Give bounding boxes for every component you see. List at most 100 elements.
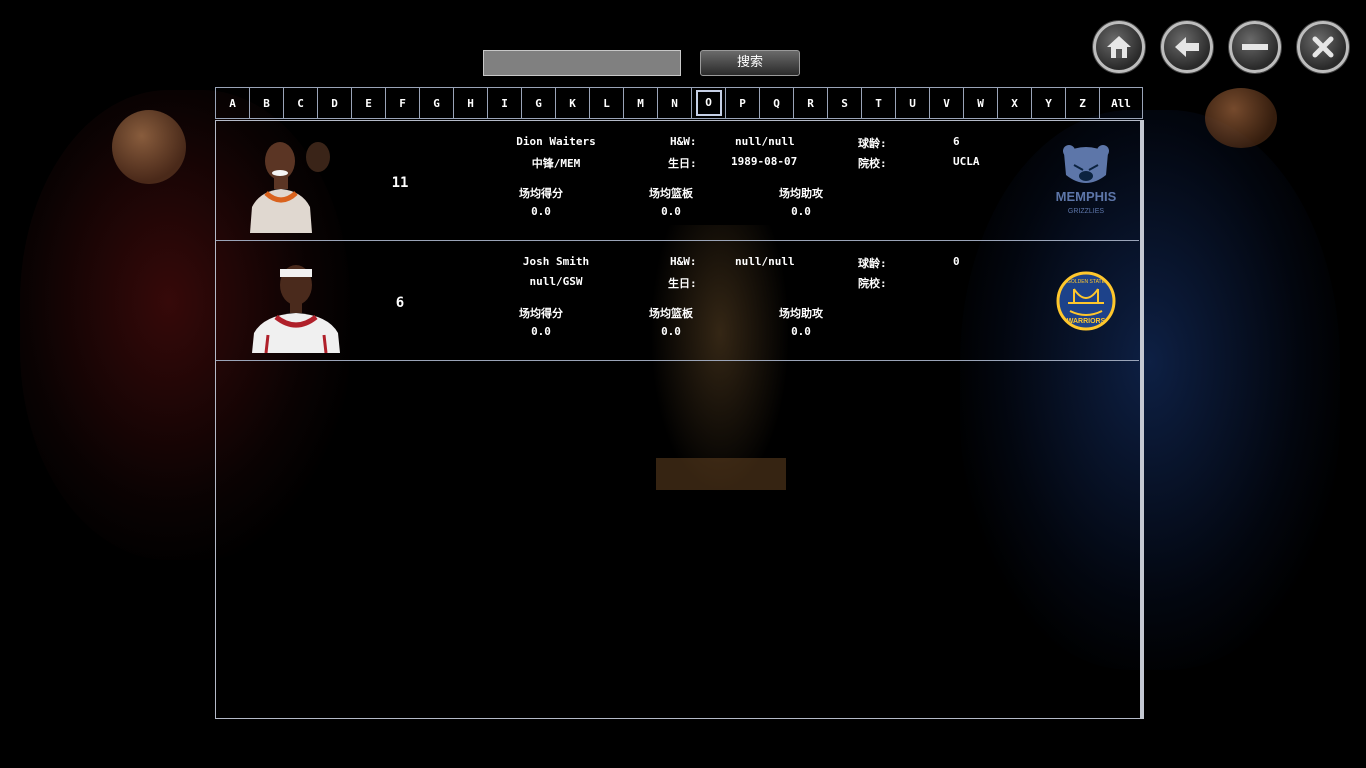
letter-filter-a[interactable]: A xyxy=(216,88,250,118)
letter-filter-z[interactable]: Z xyxy=(1066,88,1100,118)
letter-filter-f[interactable]: F xyxy=(386,88,420,118)
assists-label: 场均助攻 xyxy=(779,307,823,320)
search-button[interactable]: 搜索 xyxy=(700,50,800,76)
letter-filter-q[interactable]: Q xyxy=(760,88,794,118)
letter-filter-r[interactable]: R xyxy=(794,88,828,118)
letter-filter-label: E xyxy=(365,96,372,110)
minimize-icon xyxy=(1242,44,1268,50)
school-label: 院校: xyxy=(858,157,887,170)
hw-label: H&W: xyxy=(670,135,697,148)
birth-label: 生日: xyxy=(668,277,697,290)
points-label: 场均得分 xyxy=(519,187,563,200)
letter-filter-g[interactable]: G xyxy=(522,88,556,118)
age-label: 球龄: xyxy=(858,257,887,270)
player-row[interactable]: 6 Josh Smith null/GSW H&W: null/null 球龄:… xyxy=(216,241,1139,361)
alphabet-filter-bar: A B C D E F G H I G K L M N O P Q R S T U V W X Y Z All xyxy=(215,87,1143,119)
background-basketball-right xyxy=(1205,88,1277,148)
letter-filter-label: G xyxy=(433,96,440,110)
letter-filter-t[interactable]: T xyxy=(862,88,896,118)
rebounds-label: 场均篮板 xyxy=(649,187,693,200)
letter-filter-label: Q xyxy=(773,96,780,110)
age-value: 0 xyxy=(953,255,960,268)
background-basketball-left xyxy=(112,110,186,184)
player-photo xyxy=(246,249,346,353)
jersey-number: 6 xyxy=(395,295,405,311)
letter-filter-label: U xyxy=(909,96,916,110)
memphis-grizzlies-logo: MEMPHIS GRIZZLIES xyxy=(1056,143,1117,219)
letter-filter-w[interactable]: W xyxy=(964,88,998,118)
letter-filter-label: H xyxy=(467,96,474,110)
letter-filter-label: P xyxy=(739,96,746,110)
letter-filter-label: R xyxy=(807,96,814,110)
letter-filter-label: Z xyxy=(1079,96,1086,110)
hw-value: null/null xyxy=(735,135,795,148)
letter-filter-label: I xyxy=(501,96,508,110)
birth-value: 1989-08-07 xyxy=(731,155,798,168)
home-button[interactable] xyxy=(1093,21,1145,73)
letter-filter-o[interactable]: O xyxy=(692,88,726,118)
svg-text:WARRIORS: WARRIORS xyxy=(1067,318,1106,325)
back-button[interactable] xyxy=(1161,21,1213,73)
letter-filter-label: S xyxy=(841,96,848,110)
assists-value: 0.0 xyxy=(791,205,811,218)
letter-filter-label: L xyxy=(603,96,610,110)
letter-filter-h[interactable]: H xyxy=(454,88,488,118)
list-scrollbar[interactable] xyxy=(1140,120,1144,719)
svg-text:MEMPHIS: MEMPHIS xyxy=(1056,189,1116,204)
letter-filter-g[interactable]: G xyxy=(420,88,454,118)
player-list-panel: 11 Dion Waiters 中锋/MEM H&W: null/null 球龄… xyxy=(215,120,1142,719)
rebounds-value: 0.0 xyxy=(661,325,681,338)
letter-filter-m[interactable]: M xyxy=(624,88,658,118)
letter-filter-label: D xyxy=(331,96,338,110)
letter-filter-p[interactable]: P xyxy=(726,88,760,118)
age-label: 球龄: xyxy=(858,137,887,150)
hw-label: H&W: xyxy=(670,255,697,268)
points-value: 0.0 xyxy=(531,205,551,218)
letter-filter-label: C xyxy=(297,96,304,110)
age-value: 6 xyxy=(953,135,960,148)
letter-filter-all[interactable]: All xyxy=(1100,88,1142,118)
school-label: 院校: xyxy=(858,277,887,290)
svg-text:GRIZZLIES: GRIZZLIES xyxy=(1068,208,1105,215)
letter-filter-y[interactable]: Y xyxy=(1032,88,1066,118)
letter-filter-label: X xyxy=(1011,96,1018,110)
assists-label: 场均助攻 xyxy=(779,187,823,200)
player-row[interactable]: 11 Dion Waiters 中锋/MEM H&W: null/null 球龄… xyxy=(216,121,1139,241)
jersey-number: 11 xyxy=(391,175,409,191)
letter-filter-label: F xyxy=(399,96,406,110)
letter-filter-label: B xyxy=(263,96,270,110)
letter-filter-s[interactable]: S xyxy=(828,88,862,118)
golden-state-warriors-logo: GOLDEN STATE WARRIORS xyxy=(1056,263,1116,339)
letter-filter-v[interactable]: V xyxy=(930,88,964,118)
player-photo xyxy=(246,129,346,233)
letter-filter-i[interactable]: I xyxy=(488,88,522,118)
letter-filter-label: M xyxy=(637,96,644,110)
svg-text:GOLDEN STATE: GOLDEN STATE xyxy=(1067,279,1106,285)
letter-filter-k[interactable]: K xyxy=(556,88,590,118)
player-position-team: null/GSW xyxy=(529,275,583,288)
letter-filter-label: All xyxy=(1111,96,1131,110)
letter-filter-e[interactable]: E xyxy=(352,88,386,118)
letter-filter-label: G xyxy=(535,96,542,110)
letter-filter-l[interactable]: L xyxy=(590,88,624,118)
letter-filter-u[interactable]: U xyxy=(896,88,930,118)
letter-filter-label: W xyxy=(977,96,984,110)
search-input[interactable] xyxy=(483,50,681,76)
letter-filter-b[interactable]: B xyxy=(250,88,284,118)
close-button[interactable] xyxy=(1297,21,1349,73)
school-value: UCLA xyxy=(953,155,980,168)
letter-filter-label: Y xyxy=(1045,96,1052,110)
home-icon xyxy=(1107,36,1131,58)
letter-filter-label: V xyxy=(943,96,950,110)
letter-filter-label: A xyxy=(229,96,236,110)
letter-filter-d[interactable]: D xyxy=(318,88,352,118)
minimize-button[interactable] xyxy=(1229,21,1281,73)
letter-filter-label: O xyxy=(695,90,722,116)
letter-filter-label: N xyxy=(671,96,678,110)
player-position-team: 中锋/MEM xyxy=(531,157,581,170)
letter-filter-n[interactable]: N xyxy=(658,88,692,118)
points-label: 场均得分 xyxy=(519,307,563,320)
close-icon xyxy=(1312,36,1334,58)
letter-filter-c[interactable]: C xyxy=(284,88,318,118)
letter-filter-x[interactable]: X xyxy=(998,88,1032,118)
